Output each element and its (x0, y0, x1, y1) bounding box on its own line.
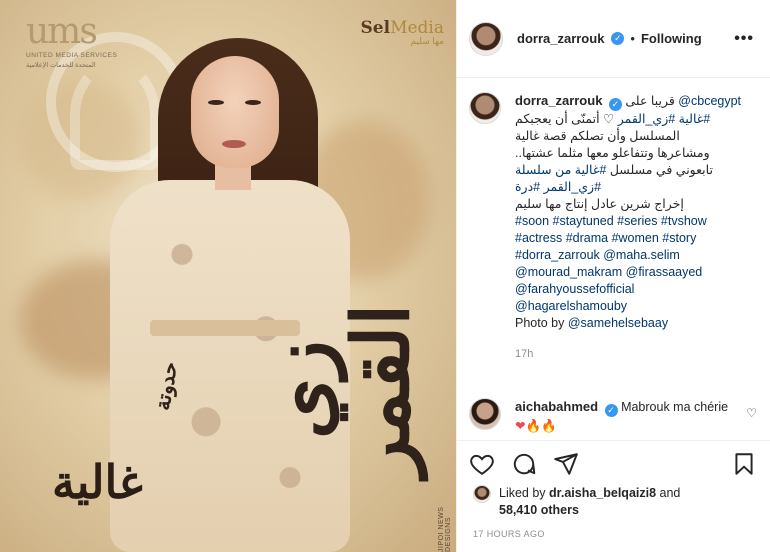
caption-time: 17h (515, 348, 534, 360)
avatar[interactable] (469, 21, 503, 56)
header-username[interactable]: dorra_zarrouk (517, 31, 604, 46)
mention-link[interactable]: @mourad_makram @firassaayed (515, 264, 763, 281)
ums-logo-subtitle-arabic: المتحدة للخدمات الإعلامية (26, 62, 96, 69)
hashtag-link[interactable]: #غالية (679, 112, 711, 126)
selmedia-logo: SelMedia مها سليم (344, 18, 444, 47)
post-caption: dorra_zarrouk ✓ قريبا على @cbcegypt #غال… (469, 92, 765, 363)
verified-badge-icon: ✓ (611, 32, 625, 45)
liker-avatar[interactable] (473, 485, 491, 503)
comment-avatar[interactable] (469, 398, 501, 430)
poster-designer-credit: JIPOI NEWS DESIGNS (438, 506, 452, 552)
post-timestamp[interactable]: 17 HOURS AGO (473, 529, 545, 539)
bookmark-icon[interactable] (731, 451, 757, 477)
caption-username[interactable]: dorra_zarrouk (515, 93, 602, 108)
caption-avatar[interactable] (469, 92, 501, 124)
caption-line5-text: تابعوني في مسلسل (609, 163, 713, 177)
comment-icon[interactable] (511, 451, 537, 477)
mention-link[interactable]: @hagarelshamouby (515, 298, 763, 315)
caption-line2-text: أتمنّى أن يعجبكم (515, 112, 600, 126)
photo-by-label: Photo by (515, 316, 565, 330)
actress-lips (222, 140, 246, 148)
actress-eye (208, 100, 224, 105)
post-header: dorra_zarrouk ✓ • Following ••• (457, 0, 770, 78)
likes-summary: Liked by dr.aisha_belqaizi8 and 58,410 o… (473, 485, 680, 519)
caption-line3: المسلسل وأن تصلكم قصة غالية (515, 129, 680, 143)
heart-outline-icon: ♡ (603, 112, 615, 126)
poster-title: زي القمر (256, 303, 427, 477)
selmedia-logo-main: Sel (360, 18, 391, 38)
ums-logo: ums UNITED MEDIA SERVICES المتحدة للخدما… (26, 11, 118, 70)
verified-badge-icon: ✓ (608, 98, 622, 111)
comment-item: aichabahmed ✓ Mabrouk ma chérie ❤🔥🔥 ♡ (469, 398, 765, 435)
instagram-post-view: ums UNITED MEDIA SERVICES المتحدة للخدما… (0, 0, 770, 552)
following-button[interactable]: Following (641, 31, 702, 46)
poster-character-name: غالية (52, 455, 143, 509)
mention-link[interactable]: #dorra_zarrouk @maha.selim (515, 247, 763, 264)
hashtag-link[interactable]: #soon #staytuned #series #tvshow (515, 213, 763, 230)
likes-count-link[interactable]: 58,410 others (499, 503, 579, 517)
caption-line4: ومشاعرها وتتفاعلو معها مثلما عشتها.. (515, 146, 710, 160)
header-separator: • (630, 31, 635, 46)
post-actions: Liked by dr.aisha_belqaizi8 and 58,410 o… (457, 440, 770, 552)
mention-link[interactable]: @cbcegypt (678, 94, 741, 108)
ums-logo-mark: ums (26, 11, 98, 52)
heart-icon[interactable] (469, 451, 495, 477)
like-comment-icon[interactable]: ♡ (746, 406, 757, 420)
post-image[interactable]: ums UNITED MEDIA SERVICES المتحدة للخدما… (0, 0, 456, 552)
hashtag-link[interactable]: #actress #drama #women #story (515, 230, 763, 247)
liked-by-username[interactable]: dr.aisha_belqaizi8 (549, 486, 656, 500)
hashtag-link[interactable]: #زي_القمر (618, 112, 675, 126)
mention-link[interactable]: @farahyoussefofficial (515, 281, 763, 298)
and-label: and (659, 486, 681, 500)
post-side-panel: dorra_zarrouk ✓ • Following ••• dorra_za… (456, 0, 770, 552)
caption-credits: إخراج شرين عادل إنتاج مها سليم (515, 197, 684, 211)
comment-emoji: ❤🔥🔥 (515, 419, 557, 433)
watermark-arc (70, 60, 160, 170)
comment-username[interactable]: aichabahmed (515, 399, 598, 414)
selmedia-logo-accent: Media (390, 18, 444, 38)
caption-line1-text: قريبا على (625, 94, 675, 108)
mention-link[interactable]: @samehelsebaay (568, 316, 668, 330)
hashtag-link[interactable]: #زي_القمر #درة (515, 179, 763, 196)
verified-badge-icon: ✓ (604, 404, 618, 417)
hashtag-link[interactable]: #غالية من سلسلة (515, 163, 606, 177)
actress-face (191, 56, 279, 168)
actress-eye (245, 100, 261, 105)
more-options-icon[interactable]: ••• (734, 30, 754, 48)
ums-logo-subtitle: UNITED MEDIA SERVICES (26, 52, 118, 59)
liked-by-label: Liked by (499, 486, 546, 500)
share-icon[interactable] (553, 451, 579, 477)
comment-text: Mabrouk ma chérie (621, 400, 729, 414)
